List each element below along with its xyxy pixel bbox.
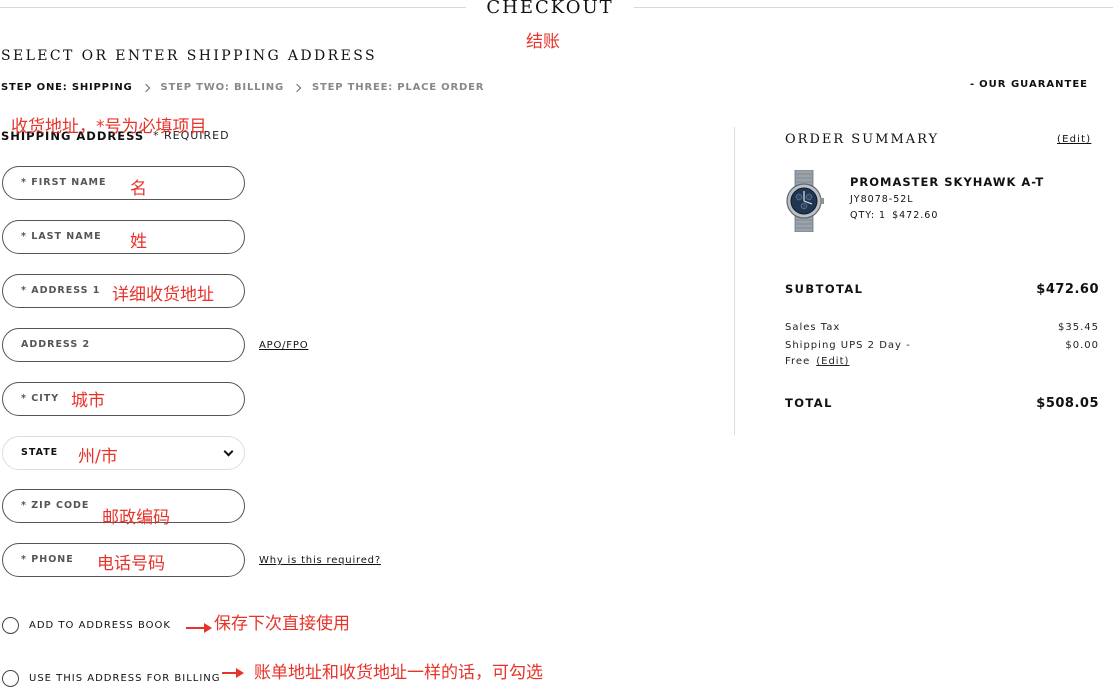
address1-label: * ADDRESS 1 [21, 285, 101, 296]
sales-tax-row: Sales Tax $35.45 [785, 322, 1099, 333]
order-summary-title: ORDER SUMMARY [785, 132, 940, 147]
city-annotation: 城市 [71, 391, 105, 411]
page-title-annotation: 结账 [526, 32, 560, 52]
step-shipping[interactable]: STEP ONE: SHIPPING [1, 82, 133, 93]
address2-field[interactable]: ADDRESS 2 [2, 328, 245, 362]
step-place-order[interactable]: STEP THREE: PLACE ORDER [312, 82, 484, 93]
shipping-row: Shipping UPS 2 Day - $0.00 [785, 340, 1099, 351]
checkout-steps: STEP ONE: SHIPPING STEP TWO: BILLING STE… [1, 82, 484, 93]
last-name-field[interactable]: * LAST NAME [2, 220, 245, 254]
our-guarantee-link[interactable]: - OUR GUARANTEE [970, 79, 1088, 90]
chevron-down-icon [223, 446, 234, 457]
first-name-field[interactable]: * FIRST NAME [2, 166, 245, 200]
zip-code-label: * ZIP CODE [21, 500, 90, 511]
phone-annotation: 电话号码 [97, 554, 165, 574]
state-select[interactable]: STATE [2, 436, 245, 470]
last-name-annotation: 姓 [130, 232, 147, 252]
step-billing[interactable]: STEP TWO: BILLING [161, 82, 284, 93]
address-book-annotation: 保存下次直接使用 [214, 614, 350, 634]
chevron-right-icon [141, 83, 150, 92]
add-to-address-book-checkbox[interactable] [2, 617, 19, 634]
address1-annotation: 详细收货地址 [112, 285, 214, 305]
product-qty-price: QTY: 1 $472.60 [850, 210, 944, 221]
apo-fpo-link[interactable]: APO/FPO [259, 340, 308, 351]
subtotal-value: $472.60 [1036, 282, 1099, 297]
product-name: PROMASTER SKYHAWK A-T [850, 175, 1045, 189]
shipping-row-2: Free (Edit) [785, 356, 1099, 367]
arrow-annotation [222, 668, 244, 678]
billing-annotation: 账单地址和收货地址一样的话，可勾选 [254, 663, 543, 683]
shipping-label-2: Free [785, 356, 811, 367]
why-required-link[interactable]: Why is this required? [259, 555, 381, 566]
phone-label: * PHONE [21, 554, 74, 565]
address2-label: ADDRESS 2 [21, 339, 91, 350]
state-label: STATE [21, 447, 59, 458]
shipping-label-1: Shipping UPS 2 Day - [785, 340, 911, 351]
chevron-right-icon [292, 83, 302, 92]
header-rule-right [634, 7, 1113, 8]
add-to-address-book-label: ADD TO ADDRESS BOOK [29, 620, 171, 631]
first-name-label: * FIRST NAME [21, 177, 107, 188]
product-watch-image [786, 170, 824, 232]
use-for-billing-label: USE THIS ADDRESS FOR BILLING [29, 673, 221, 684]
city-field[interactable]: * CITY [2, 382, 245, 416]
total-label: TOTAL [785, 396, 833, 410]
subtotal-label: SUBTOTAL [785, 282, 864, 296]
section-title: SELECT OR ENTER SHIPPING ADDRESS [1, 48, 377, 64]
add-to-address-book-row[interactable]: ADD TO ADDRESS BOOK [2, 617, 171, 634]
zip-code-annotation: 邮政编码 [102, 508, 170, 528]
guarantee-label: OUR GUARANTEE [979, 79, 1089, 90]
last-name-label: * LAST NAME [21, 231, 102, 242]
state-annotation: 州/市 [78, 447, 118, 467]
arrow-annotation [186, 623, 212, 633]
header-rule-left [0, 7, 466, 8]
product-price: $472.60 [892, 210, 939, 221]
page-title: CHECKOUT [486, 0, 614, 18]
use-for-billing-checkbox[interactable] [2, 670, 19, 687]
collapse-icon: - [970, 79, 976, 90]
sales-tax-label: Sales Tax [785, 322, 841, 333]
total-row: TOTAL $508.05 [785, 396, 1099, 411]
shipping-value: $0.00 [1065, 340, 1099, 351]
sales-tax-value: $35.45 [1058, 322, 1099, 333]
shipping-edit-link[interactable]: (Edit) [816, 356, 849, 367]
first-name-annotation: 名 [130, 179, 147, 199]
use-for-billing-row[interactable]: USE THIS ADDRESS FOR BILLING [2, 670, 221, 687]
shipping-heading-annotation: 收货地址，*号为必填项目 [11, 117, 207, 137]
product-sku: JY8078-52L [850, 194, 914, 205]
total-value: $508.05 [1036, 396, 1099, 411]
order-summary-edit-link[interactable]: (Edit) [1057, 134, 1091, 145]
subtotal-row: SUBTOTAL $472.60 [785, 282, 1099, 297]
city-label: * CITY [21, 393, 60, 404]
product-qty: QTY: 1 [850, 210, 887, 221]
column-divider [734, 127, 735, 435]
